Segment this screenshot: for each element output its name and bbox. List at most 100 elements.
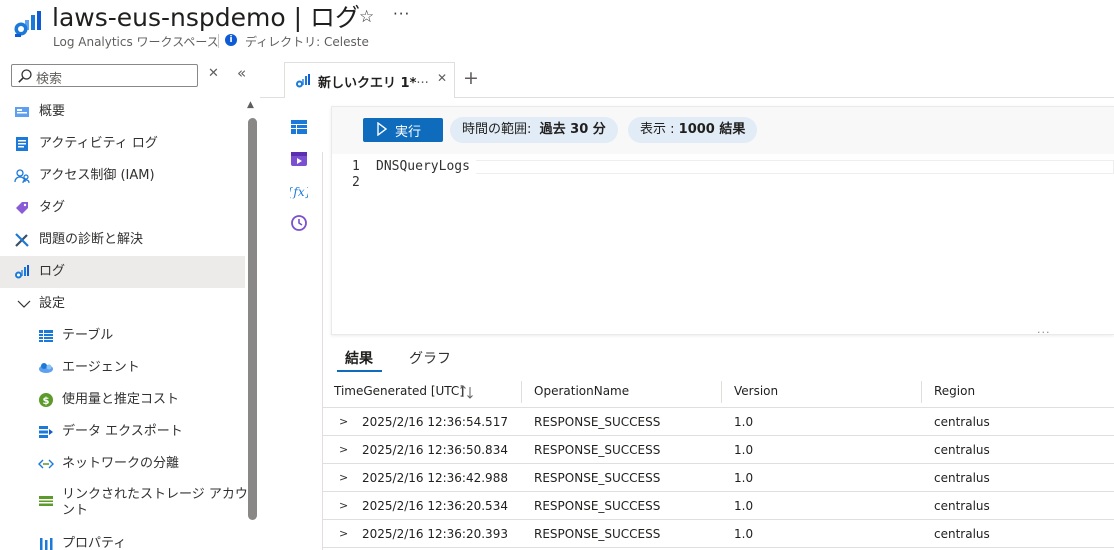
cell-operationname: RESPONSE_SUCCESS bbox=[534, 527, 661, 541]
clear-search-icon[interactable]: ✕ bbox=[208, 66, 219, 81]
expand-row-chevron-icon[interactable]: > bbox=[339, 471, 348, 484]
sidebar-item-label: ネットワークの分離 bbox=[62, 456, 180, 471]
result-limit-value: 1000 結果 bbox=[678, 122, 746, 137]
sidebar-item-properties[interactable]: プロパティ bbox=[0, 528, 245, 550]
sidebar-item-label: データ エクスポート bbox=[62, 424, 183, 439]
overview-icon bbox=[15, 107, 29, 117]
sidebar-item-activity-log[interactable]: アクティビティ ログ bbox=[0, 128, 245, 160]
cell-version: 1.0 bbox=[734, 527, 754, 541]
tab-chart[interactable]: グラフ bbox=[409, 348, 451, 368]
sidebar-item-tags[interactable]: タグ bbox=[0, 192, 245, 224]
page-title: laws-eus-nspdemo | ログ bbox=[52, 3, 360, 32]
tab-label: 新しいクエリ 1*··· bbox=[318, 76, 429, 91]
svg-text:{fx}: {fx} bbox=[290, 185, 308, 199]
time-range-button[interactable]: 時間の範囲: 過去 30 分 bbox=[450, 117, 618, 143]
sidebar-item-linked-storage[interactable]: リンクされたストレージ アカウ ント bbox=[0, 480, 248, 522]
cell-version: 1.0 bbox=[734, 471, 754, 485]
agents-icon bbox=[39, 363, 53, 373]
sidebar-item-logs[interactable]: ログ bbox=[0, 256, 245, 288]
cell-timegenerated: 2025/2/16 12:36:54.517 bbox=[362, 415, 508, 429]
tab-more-icon[interactable]: ··· bbox=[416, 76, 428, 91]
cell-region: centralus bbox=[934, 471, 990, 485]
storage-icon bbox=[39, 496, 53, 506]
resize-splitter-handle[interactable]: ··· bbox=[1037, 326, 1051, 339]
tab-new-query[interactable]: 新しいクエリ 1*··· ✕ bbox=[284, 62, 455, 98]
cost-icon: $ bbox=[39, 393, 53, 407]
chevron-down-icon bbox=[17, 300, 31, 308]
query-text[interactable]: DNSQueryLogs bbox=[376, 159, 470, 174]
sidebar-item-data-export[interactable]: データ エクスポート bbox=[0, 416, 245, 448]
tables-schema-icon[interactable] bbox=[290, 118, 308, 136]
sidebar-item-network-isolation[interactable]: ネットワークの分離 bbox=[0, 448, 245, 480]
queries-icon[interactable] bbox=[290, 150, 308, 168]
column-header-timegenerated[interactable]: TimeGenerated [UTC] bbox=[334, 384, 464, 398]
search-icon bbox=[18, 69, 32, 83]
sort-icon[interactable] bbox=[459, 384, 475, 400]
sidebar-item-agents[interactable]: エージェント bbox=[0, 352, 245, 384]
sidebar-item-overview[interactable]: 概要 bbox=[0, 96, 245, 128]
query-history-icon[interactable] bbox=[290, 214, 308, 232]
sidebar-item-diagnose[interactable]: 問題の診断と解決 bbox=[0, 224, 245, 256]
expand-row-chevron-icon[interactable]: > bbox=[339, 415, 348, 428]
cell-region: centralus bbox=[934, 443, 990, 457]
play-icon bbox=[377, 122, 387, 136]
page-header: laws-eus-nspdemo | ログ ☆ ··· Log Analytic… bbox=[0, 0, 1114, 56]
current-line-highlight bbox=[476, 160, 1114, 174]
search-placeholder: 検索 bbox=[36, 72, 63, 87]
cell-version: 1.0 bbox=[734, 415, 754, 429]
sidebar-item-label: アクティビティ ログ bbox=[39, 136, 158, 151]
cell-timegenerated: 2025/2/16 12:36:42.988 bbox=[362, 471, 508, 485]
sidebar-item-label: 使用量と推定コスト bbox=[62, 392, 180, 407]
sidebar-scrollbar[interactable] bbox=[248, 118, 257, 520]
line-number: 2 bbox=[352, 175, 360, 190]
sidebar-item-tables[interactable]: テーブル bbox=[0, 320, 245, 352]
network-icon bbox=[38, 459, 54, 469]
line-number: 1 bbox=[352, 159, 360, 174]
sidebar-item-label: 概要 bbox=[39, 104, 66, 119]
sidebar-item-label: エージェント bbox=[62, 360, 140, 375]
more-actions-button[interactable]: ··· bbox=[393, 5, 410, 23]
diagnose-icon bbox=[15, 233, 29, 247]
tab-results[interactable]: 結果 bbox=[345, 348, 373, 368]
column-divider[interactable] bbox=[721, 381, 722, 403]
functions-icon[interactable]: {fx} bbox=[290, 182, 308, 200]
close-tab-icon[interactable]: ✕ bbox=[437, 71, 447, 85]
sidebar-item-label: タグ bbox=[39, 200, 66, 215]
resource-type: Log Analytics ワークスペース bbox=[53, 35, 219, 49]
column-header-region[interactable]: Region bbox=[934, 384, 975, 398]
sidebar-group-settings[interactable]: 設定 bbox=[0, 288, 245, 320]
column-header-operationname[interactable]: OperationName bbox=[534, 384, 629, 398]
column-divider[interactable] bbox=[521, 381, 522, 403]
result-limit-label: 表示 : bbox=[640, 122, 675, 137]
run-button-label: 実行 bbox=[395, 125, 422, 140]
cell-region: centralus bbox=[934, 527, 990, 541]
time-range-label: 時間の範囲: bbox=[462, 122, 532, 137]
run-button[interactable]: 実行 bbox=[363, 118, 443, 142]
cell-region: centralus bbox=[934, 415, 990, 429]
add-tab-button[interactable]: + bbox=[463, 67, 479, 89]
expand-row-chevron-icon[interactable]: > bbox=[339, 527, 348, 540]
column-divider[interactable] bbox=[921, 381, 922, 403]
sidebar-item-label: プロパティ bbox=[62, 536, 127, 550]
sidebar-item-usage-cost[interactable]: $ 使用量と推定コスト bbox=[0, 384, 245, 416]
scroll-up-arrow-icon[interactable]: ▲ bbox=[247, 100, 254, 110]
activity-log-icon bbox=[16, 137, 28, 151]
logs-icon bbox=[15, 265, 29, 279]
sidebar-item-label: リンクされたストレージ アカウ bbox=[62, 487, 248, 502]
cell-version: 1.0 bbox=[734, 499, 754, 513]
header-divider bbox=[218, 34, 219, 48]
cell-version: 1.0 bbox=[734, 443, 754, 457]
search-input[interactable]: 検索 bbox=[11, 64, 198, 87]
cell-timegenerated: 2025/2/16 12:36:20.393 bbox=[362, 527, 508, 541]
result-limit-button[interactable]: 表示 : 1000 結果 bbox=[628, 117, 758, 143]
favorite-star-icon[interactable]: ☆ bbox=[359, 7, 374, 27]
log-analytics-icon bbox=[14, 11, 41, 37]
cell-timegenerated: 2025/2/16 12:36:20.534 bbox=[362, 499, 508, 513]
column-header-version[interactable]: Version bbox=[734, 384, 778, 398]
sidebar-item-label-continued: ント bbox=[62, 503, 89, 518]
expand-row-chevron-icon[interactable]: > bbox=[339, 499, 348, 512]
logs-icon bbox=[296, 74, 310, 88]
collapse-sidebar-icon[interactable]: « bbox=[237, 64, 246, 82]
expand-row-chevron-icon[interactable]: > bbox=[339, 443, 348, 456]
sidebar-item-iam[interactable]: アクセス制御 (IAM) bbox=[0, 160, 245, 192]
